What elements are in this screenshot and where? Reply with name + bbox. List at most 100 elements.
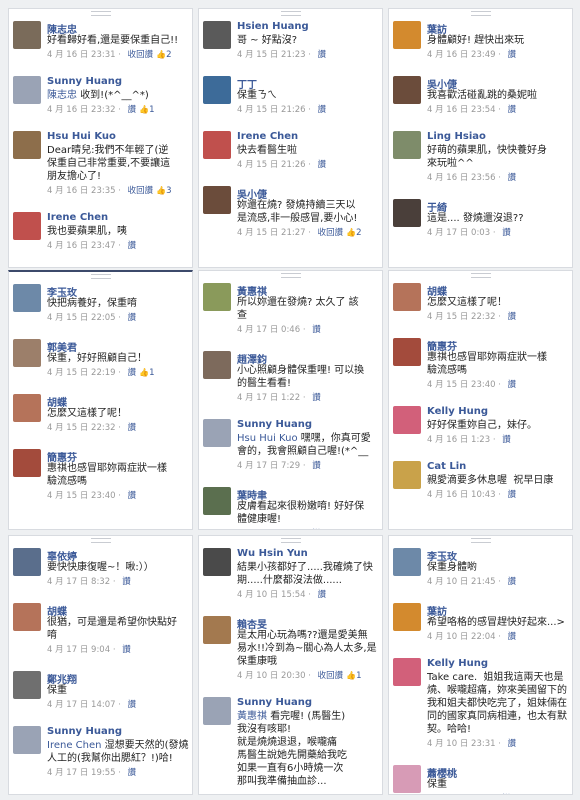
comment-timestamp[interactable]: 4 月 17 日 9:04 xyxy=(47,645,110,655)
like-count[interactable]: 2 xyxy=(166,50,171,60)
comment-timestamp[interactable]: 4 月 16 日 1:23 xyxy=(427,435,490,445)
comment-timestamp[interactable]: 4 月 15 日 22:32 xyxy=(427,312,496,322)
avatar[interactable] xyxy=(203,21,231,49)
avatar[interactable] xyxy=(203,76,231,104)
comment-timestamp[interactable]: 4 月 10 日 20:30 xyxy=(237,671,306,681)
like-button[interactable]: 收回讚 xyxy=(128,50,154,60)
comment-timestamp[interactable]: 4 月 16 日 23:31 xyxy=(47,50,116,60)
like-button[interactable]: 讚 xyxy=(312,461,321,471)
comment-timestamp[interactable]: 4 月 15 日 23:40 xyxy=(47,491,116,501)
mention-link[interactable]: Irene Chen xyxy=(47,740,105,751)
like-button[interactable]: 讚 xyxy=(508,173,517,183)
avatar[interactable] xyxy=(393,406,421,434)
commenter-name[interactable]: Irene Chen xyxy=(237,131,298,142)
like-button[interactable]: 讚 xyxy=(128,768,137,778)
avatar[interactable] xyxy=(203,131,231,159)
avatar[interactable] xyxy=(203,283,231,311)
like-button[interactable]: 讚 xyxy=(128,241,137,251)
likes[interactable]: 👍1 xyxy=(139,368,154,378)
comment-timestamp[interactable]: 4 月 17 日 0:46 xyxy=(237,325,300,335)
comment-timestamp[interactable]: 4 月 15 日 23:40 xyxy=(427,380,496,390)
like-button[interactable]: 讚 xyxy=(312,325,321,335)
commenter-name[interactable]: Kelly Hung xyxy=(427,406,488,417)
avatar[interactable] xyxy=(393,548,421,576)
comment-timestamp[interactable]: 4 月 17 日 9:01 xyxy=(237,529,300,530)
avatar[interactable] xyxy=(13,726,41,754)
avatar[interactable] xyxy=(393,338,421,366)
avatar[interactable] xyxy=(393,765,421,793)
commenter-name[interactable]: Wu Hsin Yun xyxy=(237,548,308,559)
avatar[interactable] xyxy=(13,603,41,631)
like-button[interactable]: 讚 xyxy=(502,228,511,238)
like-button[interactable]: 讚 xyxy=(508,105,517,115)
like-button[interactable]: 讚 xyxy=(508,632,517,642)
comment-timestamp[interactable]: 4 月 15 日 21:27 xyxy=(237,228,306,238)
commenter-name[interactable]: Hsu Hui Kuo xyxy=(47,131,116,142)
comment-timestamp[interactable]: 4 月 17 日 0:03 xyxy=(427,228,490,238)
avatar[interactable] xyxy=(393,199,421,227)
commenter-name[interactable]: Kelly Hung xyxy=(427,658,488,669)
comment-timestamp[interactable]: 4 月 17 日 1:22 xyxy=(237,393,300,403)
avatar[interactable] xyxy=(13,131,41,159)
avatar[interactable] xyxy=(203,351,231,379)
like-button[interactable]: 讚 xyxy=(122,645,131,655)
mention-link[interactable]: 黃惠祺 xyxy=(237,711,270,722)
like-button[interactable]: 讚 xyxy=(128,700,137,710)
mention-link[interactable]: 陳志忠 xyxy=(47,90,80,101)
commenter-name[interactable]: Sunny Huang xyxy=(47,726,122,737)
comment-timestamp[interactable]: 4 月 16 日 23:49 xyxy=(427,50,496,60)
comment-timestamp[interactable]: 4 月 15 日 21:23 xyxy=(237,50,306,60)
avatar[interactable] xyxy=(203,419,231,447)
like-button[interactable]: 收回讚 xyxy=(128,186,154,196)
comment-timestamp[interactable]: 4 月 17 日 19:55 xyxy=(47,768,116,778)
comment-timestamp[interactable]: 4 月 17 日 7:29 xyxy=(237,461,300,471)
avatar[interactable] xyxy=(203,697,231,725)
comment-timestamp[interactable]: 4 月 17 日 14:07 xyxy=(47,700,116,710)
comment-timestamp[interactable]: 4 月 16 日 23:32 xyxy=(47,105,116,115)
like-button[interactable]: 讚 xyxy=(508,739,517,749)
avatar[interactable] xyxy=(13,284,41,312)
like-button[interactable]: 讚 xyxy=(318,590,327,600)
comment-timestamp[interactable]: 4 月 15 日 21:26 xyxy=(237,105,306,115)
like-button[interactable]: 收回讚 xyxy=(318,671,344,681)
like-button[interactable]: 讚 xyxy=(128,491,137,501)
mention-link[interactable]: Hsu Hui Kuo xyxy=(237,433,301,444)
like-button[interactable]: 讚 xyxy=(508,312,517,322)
like-button[interactable]: 讚 xyxy=(128,368,137,378)
comment-timestamp[interactable]: 4 月 17 日 8:32 xyxy=(47,577,110,587)
avatar[interactable] xyxy=(13,449,41,477)
like-button[interactable]: 讚 xyxy=(122,577,131,587)
commenter-name[interactable]: Sunny Huang xyxy=(237,419,312,430)
like-button[interactable]: 讚 xyxy=(508,577,517,587)
like-button[interactable]: 讚 xyxy=(502,435,511,445)
like-button[interactable]: 讚 xyxy=(508,490,517,500)
like-button[interactable]: 讚 xyxy=(128,423,137,433)
avatar[interactable] xyxy=(393,603,421,631)
like-button[interactable]: 讚 xyxy=(128,105,137,115)
likes[interactable]: 👍2 xyxy=(156,50,171,60)
like-button[interactable]: 讚 xyxy=(508,50,517,60)
likes[interactable]: 👍1 xyxy=(346,671,361,681)
comment-timestamp[interactable]: 4 月 15 日 22:05 xyxy=(47,313,116,323)
comment-timestamp[interactable]: 4 月 16 日 10:43 xyxy=(427,490,496,500)
comment-timestamp[interactable]: 4 月 11 日 7:46 xyxy=(427,794,490,795)
comment-timestamp[interactable]: 4 月 15 日 22:19 xyxy=(47,368,116,378)
comment-timestamp[interactable]: 4 月 16 日 23:54 xyxy=(427,105,496,115)
like-button[interactable]: 讚 xyxy=(508,380,517,390)
avatar[interactable] xyxy=(393,76,421,104)
avatar[interactable] xyxy=(203,186,231,214)
like-count[interactable]: 1 xyxy=(149,368,154,378)
commenter-name[interactable]: Ling Hsiao xyxy=(427,131,486,142)
avatar[interactable] xyxy=(13,212,41,240)
like-button[interactable]: 讚 xyxy=(318,105,327,115)
likes[interactable]: 👍1 xyxy=(139,105,154,115)
comment-timestamp[interactable]: 4 月 10 日 23:31 xyxy=(427,739,496,749)
commenter-name[interactable]: Sunny Huang xyxy=(237,697,312,708)
like-count[interactable]: 2 xyxy=(356,228,361,238)
like-count[interactable]: 1 xyxy=(149,105,154,115)
comment-timestamp[interactable]: 4 月 16 日 23:47 xyxy=(47,241,116,251)
avatar[interactable] xyxy=(13,671,41,699)
avatar[interactable] xyxy=(393,131,421,159)
like-button[interactable]: 讚 xyxy=(318,50,327,60)
avatar[interactable] xyxy=(393,21,421,49)
